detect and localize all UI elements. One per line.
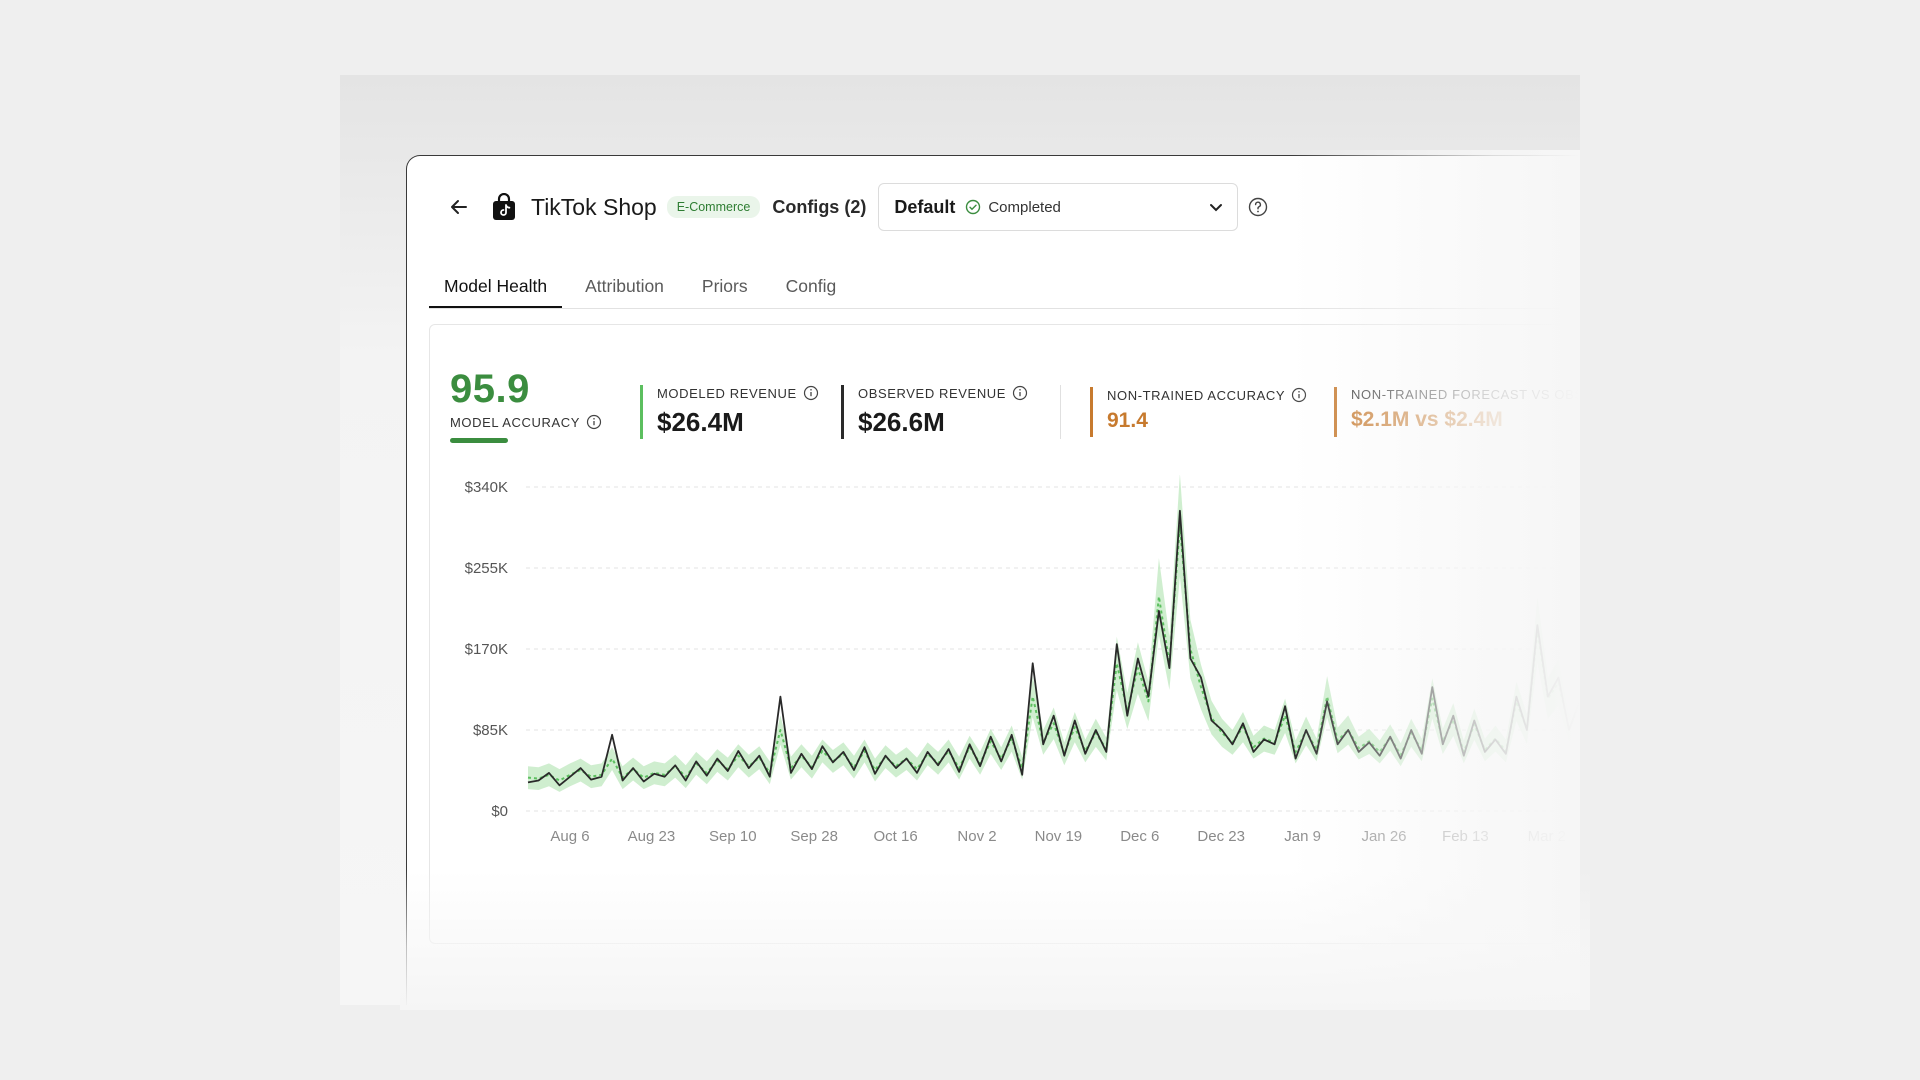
chevron-down-icon [1209, 202, 1223, 212]
non-trained-forecast-label: NON-TRAINED FORECAST VS OBSE [1351, 387, 1580, 402]
configs-label[interactable]: Configs (2) [772, 197, 866, 218]
app-title: TikTok Shop [531, 193, 657, 220]
info-icon[interactable] [586, 414, 602, 430]
y-tick-label: $340K [465, 479, 508, 496]
back-button[interactable] [443, 191, 475, 223]
x-tick-label: Mar 2 [1528, 828, 1566, 845]
tab-config[interactable]: Config [771, 264, 852, 308]
x-tick-label: Feb 13 [1442, 828, 1489, 845]
y-tick-label: $170K [465, 641, 508, 658]
config-status: Completed [988, 198, 1061, 216]
x-tick-label: Aug 23 [628, 828, 676, 845]
app-window: TikTok Shop E-Commerce Configs (2) Defau… [406, 155, 1580, 1005]
x-tick-label: Jan 9 [1284, 828, 1321, 845]
x-tick-label: Dec 23 [1197, 828, 1245, 845]
header: TikTok Shop E-Commerce Configs (2) Defau… [443, 182, 1268, 232]
tab-priors[interactable]: Priors [687, 264, 763, 308]
observed-revenue-label-row: OBSERVED REVENUE [858, 385, 1028, 401]
x-tick-label: Dec 6 [1120, 828, 1159, 845]
modeled-confidence-band [528, 475, 1580, 792]
observed-revenue-label: OBSERVED REVENUE [858, 385, 1007, 401]
config-select-value: Default [894, 196, 956, 217]
x-tick-label: Jan 26 [1361, 828, 1406, 845]
help-icon[interactable] [1248, 197, 1268, 217]
model-accuracy-label: MODEL ACCURACY [450, 414, 580, 430]
modeled-revenue-label-row: MODELED REVENUE [657, 385, 819, 401]
x-tick-label: Nov 19 [1035, 828, 1083, 845]
info-icon[interactable] [1291, 387, 1307, 403]
modeled-revenue-label: MODELED REVENUE [657, 385, 797, 401]
x-tick-label: Nov 2 [957, 828, 996, 845]
tab-bar: Model Health Attribution Priors Config [429, 264, 1580, 309]
model-accuracy-kpi: 95.9 MODEL ACCURACY [450, 367, 602, 443]
x-tick-label: Sep 10 [709, 828, 757, 845]
x-tick-label: Sep 28 [790, 828, 838, 845]
modeled-revenue-value: $26.4M [657, 407, 744, 437]
model-accuracy-label-row: MODEL ACCURACY [450, 414, 602, 430]
non-trained-accuracy-label-row: NON-TRAINED ACCURACY [1107, 387, 1307, 403]
arrow-left-icon [451, 200, 467, 214]
y-tick-label: $85K [473, 722, 508, 739]
non-trained-accuracy-label: NON-TRAINED ACCURACY [1107, 387, 1286, 403]
config-select[interactable]: Default Completed [878, 183, 1239, 231]
info-icon[interactable] [1012, 385, 1028, 401]
y-tick-label: $0 [491, 803, 508, 820]
kpi-divider [1060, 385, 1061, 439]
modeled-revenue-kpi: MODELED REVENUE $26.4M [640, 385, 819, 439]
info-icon[interactable] [803, 385, 819, 401]
non-trained-accuracy-value: 91.4 [1107, 409, 1148, 432]
non-trained-forecast-kpi: NON-TRAINED FORECAST VS OBSE $2.1M vs $2… [1334, 387, 1580, 437]
x-tick-label: Oct 16 [874, 828, 918, 845]
non-trained-forecast-value: $2.1M vs $2.4M [1351, 408, 1503, 431]
model-health-panel: 95.9 MODEL ACCURACY MODELED REVENUE $26.… [429, 324, 1580, 944]
x-tick-label: Aug 6 [550, 828, 589, 845]
model-accuracy-value: 95.9 [450, 367, 530, 411]
category-badge: E-Commerce [666, 196, 761, 218]
check-circle-icon [965, 199, 981, 215]
y-tick-label: $255K [465, 560, 508, 577]
shopping-bag-icon [489, 192, 519, 222]
accuracy-bar [450, 438, 508, 443]
observed-revenue-kpi: OBSERVED REVENUE $26.6M [841, 385, 1028, 439]
tab-model-health[interactable]: Model Health [429, 264, 563, 308]
non-trained-accuracy-kpi: NON-TRAINED ACCURACY 91.4 [1090, 387, 1307, 437]
revenue-chart: $340K $255K $170K $85K $0 Aug 6 Aug 23 Sep 10 Se… [465, 475, 1580, 845]
tab-attribution[interactable]: Attribution [570, 264, 679, 308]
observed-revenue-value: $26.6M [858, 407, 945, 437]
